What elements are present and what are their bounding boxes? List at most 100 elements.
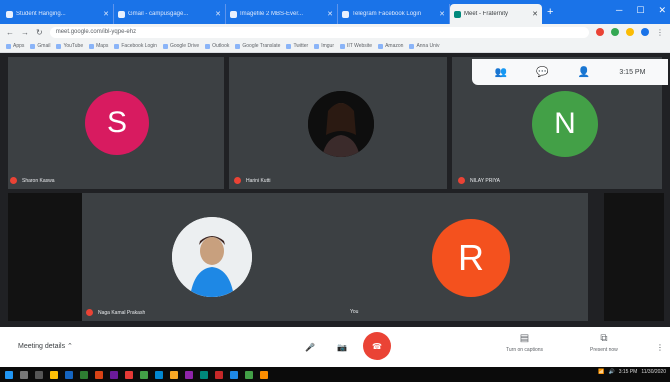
bookmark-item[interactable]: Outlook (205, 43, 229, 49)
word-icon[interactable] (65, 370, 73, 379)
bookmark-item[interactable]: Apps (6, 43, 24, 49)
powerpoint-icon[interactable] (95, 370, 103, 379)
reload-icon[interactable]: ↻ (36, 28, 43, 37)
bookmark-label: Outlook (212, 43, 230, 49)
windows-taskbar: 📶 🔊 3:15 PM 11/30/2020 (0, 367, 670, 382)
extension-icon[interactable] (626, 28, 634, 36)
portrait-image (308, 91, 374, 157)
browser-tab[interactable]: Telegram Facebook Login ✕ (338, 4, 450, 24)
participant-photo (308, 91, 374, 157)
app-icon[interactable] (230, 370, 238, 379)
profile-avatar[interactable] (641, 28, 649, 36)
close-tab-icon[interactable]: ✕ (215, 10, 221, 18)
mic-muted-icon (10, 177, 17, 184)
onenote-icon[interactable] (110, 370, 118, 379)
account-icon[interactable]: 👤 (578, 67, 590, 78)
camera-toggle-button[interactable]: 📷 (332, 337, 352, 357)
browser-tab[interactable]: Gmail - campusgage... ✕ (114, 4, 226, 24)
bookmark-item[interactable]: Twitter (286, 43, 308, 49)
bookmark-item[interactable]: IIT Website (339, 43, 372, 49)
window-controls: ─ ☐ ✕ (616, 5, 666, 16)
empty-tile-right (604, 193, 664, 321)
mic-muted-icon (86, 309, 93, 316)
bookmark-icon (286, 43, 292, 49)
search-icon[interactable] (20, 370, 28, 379)
more-options-icon[interactable]: ⋮ (650, 337, 670, 357)
bookmark-item[interactable]: Amazon (378, 43, 403, 49)
system-tray: 📶 🔊 3:15 PM 11/30/2020 (598, 369, 666, 375)
chat-icon[interactable]: 💬 (536, 67, 548, 78)
participant-tile-wide[interactable] (82, 193, 588, 321)
bookmark-label: Imgur (321, 43, 334, 49)
chevron-up-icon: ⌃ (67, 343, 73, 350)
present-now-button[interactable]: ⧉ Present now (590, 333, 618, 353)
extension-icon[interactable] (611, 28, 619, 36)
browser-tab-active[interactable]: Meet - Fraternity ✕ (450, 4, 542, 24)
bookmark-label: Maps (96, 43, 109, 49)
app-icon[interactable] (245, 370, 253, 379)
bookmark-icon (339, 43, 345, 49)
browser-tab[interactable]: Imagefile 2 MBS-Ever... ✕ (226, 4, 338, 24)
end-call-button[interactable]: ☎ (363, 332, 391, 360)
mic-muted-icon (458, 177, 465, 184)
bookmark-item[interactable]: Gmail (30, 43, 50, 49)
captions-button[interactable]: ▤ Turn on captions (506, 333, 543, 353)
meeting-details-button[interactable]: Meeting details ⌃ (18, 342, 73, 350)
app-icon[interactable] (170, 370, 178, 379)
bookmark-label: Apps (13, 43, 25, 49)
new-tab-button[interactable]: + (547, 6, 553, 18)
bookmark-item[interactable]: Google Drive (162, 43, 200, 49)
volume-icon[interactable]: 🔊 (608, 369, 614, 375)
close-window-icon[interactable]: ✕ (658, 5, 666, 16)
bookmark-icon (162, 43, 168, 49)
close-tab-icon[interactable]: ✕ (532, 10, 538, 18)
app-icon[interactable] (260, 370, 268, 379)
meeting-details-label: Meeting details (18, 343, 66, 350)
bookmark-label: YouTube (63, 43, 84, 49)
people-icon[interactable]: 👥 (495, 67, 507, 78)
excel-icon[interactable] (80, 370, 88, 379)
browser-menu-icon[interactable]: ⋮ (656, 28, 664, 37)
close-tab-icon[interactable]: ✕ (327, 10, 333, 18)
minimize-icon[interactable]: ─ (616, 5, 622, 16)
app-icon[interactable] (125, 370, 133, 379)
close-tab-icon[interactable]: ✕ (439, 10, 445, 18)
maximize-icon[interactable]: ☐ (636, 5, 644, 16)
bookmark-item[interactable]: YouTube (56, 43, 83, 49)
participant-avatar: R (432, 219, 510, 297)
extension-icon[interactable] (596, 28, 604, 36)
app-icon[interactable] (215, 370, 223, 379)
bookmark-label: Google Translate (242, 43, 281, 49)
file-explorer-icon[interactable] (50, 370, 58, 379)
chrome-icon[interactable] (140, 370, 148, 379)
network-icon[interactable]: 📶 (598, 369, 604, 375)
forward-icon[interactable]: → (21, 28, 29, 37)
app-icon[interactable] (155, 370, 163, 379)
bookmark-icon (56, 43, 62, 49)
bookmark-label: Google Drive (169, 43, 200, 49)
tab-favicon (342, 10, 349, 18)
participant-nametag: Naga Kamal Prakash (86, 309, 145, 316)
meet-favicon-icon (454, 10, 461, 18)
browser-tab[interactable]: Student Hanging... ✕ (2, 4, 114, 24)
mic-toggle-button[interactable]: 🎤 (300, 337, 320, 357)
participant-avatar: N (532, 91, 598, 157)
back-icon[interactable]: ← (6, 28, 14, 37)
app-icon[interactable] (185, 370, 193, 379)
participant-nametag: Harini Kutti (234, 177, 270, 184)
tab-title: Telegram Facebook Login (352, 11, 422, 17)
taskbar-clock[interactable]: 3:15 PM (619, 369, 638, 375)
task-view-icon[interactable] (35, 370, 43, 379)
tab-favicon (118, 10, 125, 18)
bookmark-item[interactable]: Facebook Login (114, 43, 157, 49)
bookmark-item[interactable]: Anna Univ (409, 43, 440, 49)
start-button-icon[interactable] (5, 370, 13, 379)
taskbar-date[interactable]: 11/30/2020 (641, 369, 666, 375)
address-input[interactable]: meet.google.com/ibl-yqpe-ehz (49, 26, 589, 38)
bookmark-item[interactable]: Maps (89, 43, 108, 49)
bookmark-item[interactable]: Imgur (314, 43, 334, 49)
tab-favicon (6, 10, 13, 18)
bookmark-item[interactable]: Google Translate (235, 43, 280, 49)
app-icon[interactable] (200, 370, 208, 379)
close-tab-icon[interactable]: ✕ (103, 10, 109, 18)
